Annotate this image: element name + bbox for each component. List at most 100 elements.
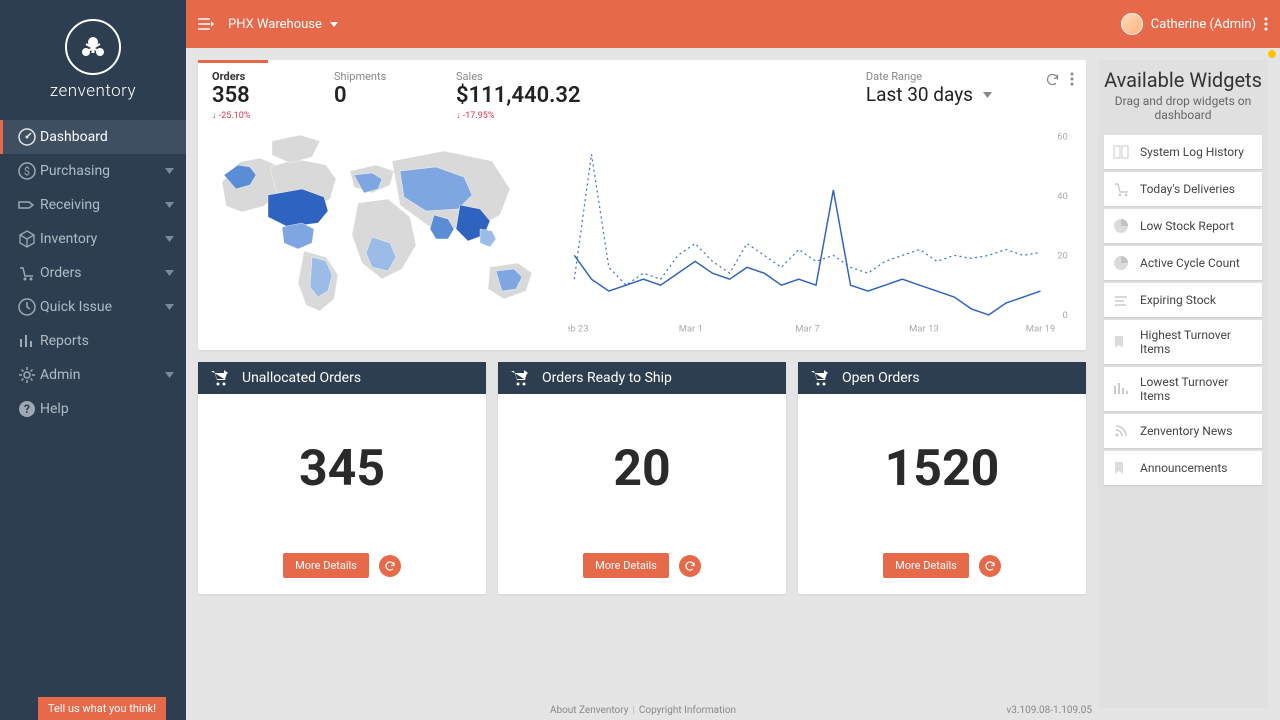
widgets-subtitle: Drag and drop widgets on dashboard [1098,92,1268,132]
warehouse-selector[interactable]: PHX Warehouse [228,17,338,32]
chevron-down-icon [165,236,174,242]
widget-item-announcements[interactable]: Announcements [1104,451,1262,485]
sidebar-item-reports[interactable]: Reports [0,324,186,358]
metric-label: Shipments [334,70,414,83]
widget-list: System Log History Today's Deliveries Low … [1098,135,1268,485]
metric-value: 358 [212,83,292,108]
card-header: Unallocated Orders [198,362,486,394]
refresh-icon[interactable] [1045,72,1060,87]
svg-text:Mar 7: Mar 7 [795,324,819,335]
svg-text:20: 20 [1057,251,1068,262]
widget-item-active-cycle-count[interactable]: Active Cycle Count [1104,246,1262,280]
widget-label: Lowest Turnover Items [1140,375,1254,403]
widget-icon [1112,143,1130,161]
widget-icon [1112,217,1130,235]
nav-label: Purchasing [40,163,110,179]
nav-label: Receiving [40,197,100,213]
refresh-button[interactable] [679,555,701,577]
nav-label: Quick Issue [40,299,112,315]
card-value: 345 [198,394,486,543]
card-orders-ready-to-ship: Orders Ready to Ship20More Details [498,362,786,594]
receiving-icon [14,195,40,215]
widget-item-expiring-stock[interactable]: Expiring Stock [1104,283,1262,317]
chevron-down-icon [165,168,174,174]
metric-label: Sales [456,70,581,83]
brand-name: zenventory [50,81,136,101]
card-header: Orders Ready to Ship [498,362,786,394]
widget-item-lowest-turnover-items[interactable]: Lowest Turnover Items [1104,367,1262,411]
sidebar-item-help[interactable]: ? Help [0,392,186,426]
metric-label: Orders [212,70,292,83]
svg-text:0: 0 [1062,310,1067,321]
metric-change: ↓ -17.95% [456,110,581,121]
more-details-button[interactable]: More Details [283,553,369,578]
cart-icon [210,370,230,386]
chevron-down-icon [165,270,174,276]
svg-text:Feb 23: Feb 23 [568,324,588,335]
more-details-button[interactable]: More Details [883,553,969,578]
metric-orders[interactable]: Orders358 ↓ -25.10% [212,70,292,121]
available-widgets-panel: Available Widgets Drag and drop widgets … [1098,60,1268,708]
widget-icon [1112,180,1130,198]
svg-text:Mar 13: Mar 13 [909,324,939,335]
metric-shipments[interactable]: Shipments0 [334,70,414,110]
warehouse-name: PHX Warehouse [228,17,322,32]
nav-label: Dashboard [40,129,108,145]
metric-change: ↓ -25.10% [212,110,292,121]
overview-card: Orders358↓ -25.10%Shipments0Sales$111,44… [198,60,1086,350]
svg-text:?: ? [24,402,30,416]
sidebar-item-purchasing[interactable]: $Purchasing [0,154,186,188]
widget-item-system-log-history[interactable]: System Log History [1104,135,1262,169]
svg-text:Mar 19: Mar 19 [1026,324,1056,335]
nav-label: Reports [40,333,89,349]
widget-label: Expiring Stock [1140,293,1216,307]
logo-icon [65,19,121,75]
sidebar-item-inventory[interactable]: Inventory [0,222,186,256]
dashboard-icon [14,127,40,147]
date-range-selector[interactable]: Date RangeLast 30 days [866,70,992,106]
menu-toggle-icon[interactable] [198,17,214,31]
widget-item-zenventory-news[interactable]: Zenventory News [1104,414,1262,448]
copyright-link[interactable]: Copyright Information [639,705,736,716]
widget-item-today-s-deliveries[interactable]: Today's Deliveries [1104,172,1262,206]
widget-label: Today's Deliveries [1140,182,1235,196]
metric-sales[interactable]: Sales$111,440.32 ↓ -17.95% [456,70,581,121]
widgets-title: Available Widgets [1098,68,1268,92]
metric-value: $111,440.32 [456,83,581,108]
sidebar-item-admin[interactable]: Admin [0,358,186,392]
refresh-button[interactable] [379,555,401,577]
card-open-orders: Open Orders1520More Details [798,362,1086,594]
card-title: Unallocated Orders [242,370,361,386]
sidebar-item-receiving[interactable]: Receiving [0,188,186,222]
metric-value: 0 [334,83,414,108]
orders-line-chart[interactable]: 0204060 Feb 23Mar 1Mar 7Mar 13Mar 19 [568,127,1072,339]
more-details-button[interactable]: More Details [583,553,669,578]
world-map-chart[interactable] [212,127,552,339]
version-label: v3.109.08-1.109.05 [1006,705,1092,716]
quick-issue-icon [14,297,40,317]
sidebar-item-orders[interactable]: Orders [0,256,186,290]
admin-icon [14,365,40,385]
caret-down-icon [330,22,338,27]
card-title: Orders Ready to Ship [542,370,672,386]
nav-label: Inventory [40,231,97,247]
kebab-menu-icon[interactable] [1070,72,1074,87]
svg-text:60: 60 [1057,132,1068,143]
sidebar-item-dashboard[interactable]: Dashboard [0,120,186,154]
refresh-button[interactable] [979,555,1001,577]
caret-down-icon [983,92,992,98]
kebab-menu-icon[interactable] [1264,17,1268,31]
avatar[interactable] [1121,13,1143,35]
about-link[interactable]: About Zenventory [550,705,629,716]
widget-label: Active Cycle Count [1140,256,1240,270]
widget-item-low-stock-report[interactable]: Low Stock Report [1104,209,1262,243]
widget-label: System Log History [1140,145,1244,159]
sidebar-item-quick-issue[interactable]: Quick Issue [0,290,186,324]
date-range-label: Date Range [866,70,992,83]
nav-label: Help [40,401,69,417]
widget-item-highest-turnover-items[interactable]: Highest Turnover Items [1104,320,1262,364]
user-name: Catherine (Admin) [1151,17,1256,32]
feedback-button[interactable]: Tell us what you think! [38,697,166,720]
purchasing-icon: $ [14,161,40,181]
notification-dot-icon [1268,50,1276,58]
